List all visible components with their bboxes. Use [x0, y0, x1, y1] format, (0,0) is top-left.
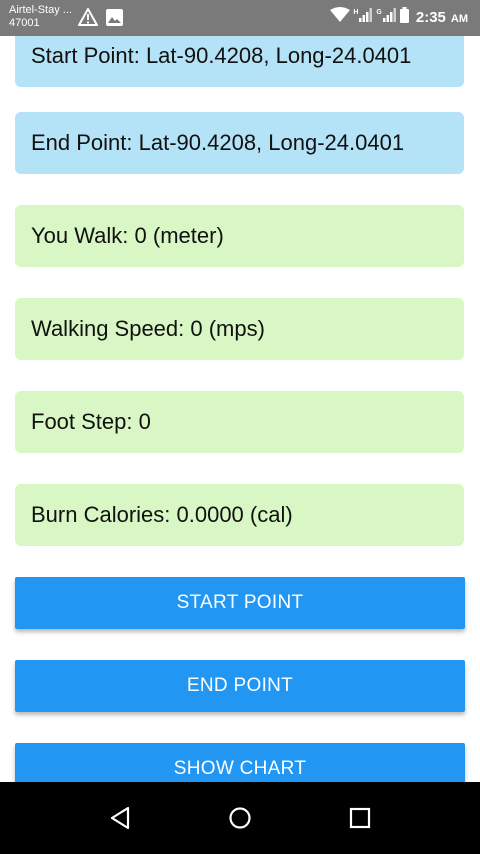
end-point-button[interactable]: END POINT	[15, 660, 465, 712]
signal-icon	[359, 8, 373, 27]
main-content[interactable]: Start Point: Lat-90.4208, Long-24.0401 E…	[0, 36, 480, 782]
start-point-button[interactable]: START POINT	[15, 577, 465, 629]
wifi-icon	[330, 7, 351, 28]
clock-time: 2:35	[415, 9, 446, 26]
end-point-card: End Point: Lat-90.4208, Long-24.0401	[15, 112, 464, 174]
burn-calories-text: Burn Calories: 0.0000 (cal)	[31, 502, 293, 527]
show-chart-button[interactable]: SHOW CHART	[15, 743, 465, 782]
warning-icon	[78, 8, 98, 31]
signal-icon	[382, 8, 397, 27]
walking-speed-text: Walking Speed: 0 (mps)	[31, 316, 265, 341]
network-type-badge: G	[376, 9, 382, 16]
carrier-name: Airtel-Stay ...	[9, 4, 72, 16]
home-icon[interactable]	[220, 798, 260, 838]
walk-distance-card: You Walk: 0 (meter)	[15, 205, 464, 267]
status-bar: Airtel-Stay ... 47001 H G 2:35 AM	[0, 0, 480, 36]
recents-icon[interactable]	[340, 798, 380, 838]
carrier-code: 47001	[9, 17, 40, 29]
start-point-card: Start Point: Lat-90.4208, Long-24.0401	[15, 36, 464, 87]
end-point-text: End Point: Lat-90.4208, Long-24.0401	[31, 130, 405, 155]
foot-step-text: Foot Step: 0	[31, 409, 151, 434]
image-icon	[106, 8, 123, 31]
carrier-info: Airtel-Stay ... 47001	[9, 4, 72, 30]
clock-ampm: AM	[450, 13, 468, 25]
navigation-bar	[0, 782, 480, 854]
walk-distance-text: You Walk: 0 (meter)	[31, 223, 224, 248]
foot-step-card: Foot Step: 0	[15, 391, 464, 453]
burn-calories-card: Burn Calories: 0.0000 (cal)	[15, 484, 464, 546]
back-icon[interactable]	[100, 798, 140, 838]
walking-speed-card: Walking Speed: 0 (mps)	[15, 298, 464, 360]
battery-icon	[399, 7, 409, 28]
start-point-text: Start Point: Lat-90.4208, Long-24.0401	[31, 43, 412, 68]
network-type-badge: H	[353, 9, 359, 16]
